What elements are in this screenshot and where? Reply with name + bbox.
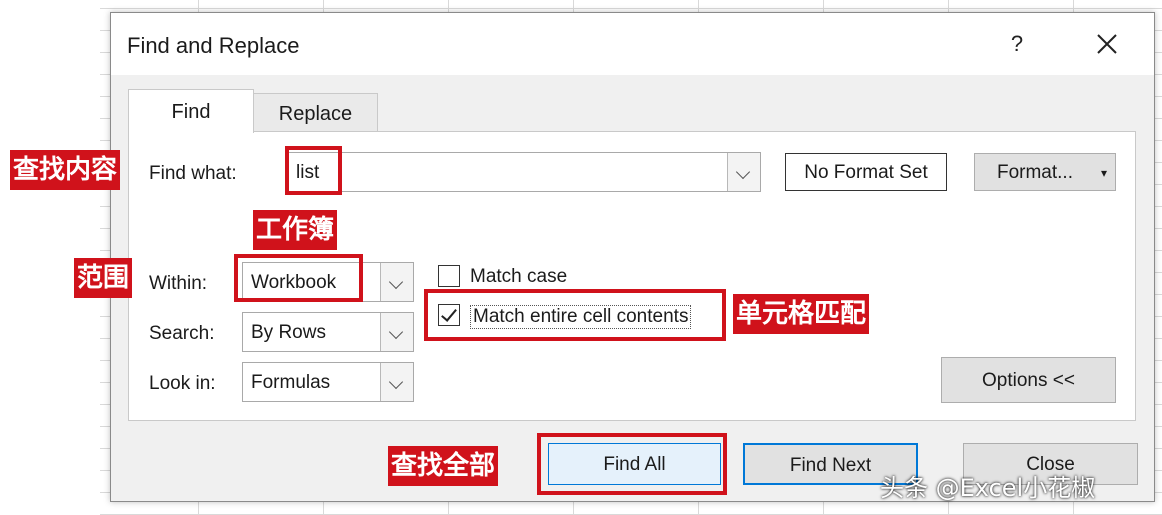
find-what-label: Find what: bbox=[149, 163, 237, 184]
annotation-workbook: 工作簿 bbox=[253, 210, 338, 250]
match-entire-label: Match entire cell contents bbox=[470, 305, 692, 329]
search-value: By Rows bbox=[251, 322, 326, 343]
options-button[interactable]: Options << bbox=[941, 357, 1116, 403]
dropdown-arrow-icon: ▾ bbox=[1100, 166, 1107, 180]
tab-find[interactable]: Find bbox=[128, 89, 254, 133]
close-icon[interactable] bbox=[1089, 27, 1125, 61]
annotation-cell-match: 单元格匹配 bbox=[733, 294, 870, 334]
look-in-label: Look in: bbox=[149, 373, 216, 394]
within-label: Within: bbox=[149, 273, 208, 294]
find-what-value: list bbox=[296, 162, 320, 183]
format-button[interactable]: Format... ▾ bbox=[974, 153, 1116, 191]
within-dropdown-icon bbox=[380, 263, 413, 301]
find-all-button[interactable]: Find All bbox=[548, 443, 721, 485]
annotation-scope: 范围 bbox=[74, 258, 133, 298]
search-select[interactable]: By Rows bbox=[242, 312, 414, 352]
help-button[interactable]: ? bbox=[1001, 27, 1033, 61]
watermark: 头条 @Excel小花椒 bbox=[880, 474, 1096, 502]
format-status: No Format Set bbox=[785, 153, 947, 191]
annotation-find-all: 查找全部 bbox=[388, 446, 499, 486]
match-case-checkbox[interactable] bbox=[438, 265, 460, 287]
match-case-label: Match case bbox=[470, 266, 568, 287]
find-history-dropdown[interactable] bbox=[727, 153, 760, 191]
search-label: Search: bbox=[149, 323, 215, 344]
find-panel: Find what: list No Format Set Format... … bbox=[128, 131, 1136, 421]
find-what-input[interactable]: list bbox=[287, 152, 761, 192]
title-bar: Find and Replace ? bbox=[111, 13, 1154, 75]
within-value: Workbook bbox=[251, 272, 337, 293]
within-select[interactable]: Workbook bbox=[242, 262, 414, 302]
look-in-select[interactable]: Formulas bbox=[242, 362, 414, 402]
tab-replace[interactable]: Replace bbox=[254, 93, 378, 131]
match-entire-checkbox[interactable] bbox=[438, 304, 460, 326]
find-replace-dialog: Find and Replace ? Find Replace Find wha… bbox=[110, 12, 1155, 502]
format-button-label: Format... bbox=[996, 162, 1073, 183]
checkmark-icon bbox=[441, 305, 457, 322]
annotation-find-content: 查找内容 bbox=[10, 150, 121, 190]
look-in-dropdown-icon bbox=[380, 363, 413, 401]
search-dropdown-icon bbox=[380, 313, 413, 351]
dialog-title: Find and Replace bbox=[127, 33, 300, 58]
look-in-value: Formulas bbox=[251, 372, 331, 393]
